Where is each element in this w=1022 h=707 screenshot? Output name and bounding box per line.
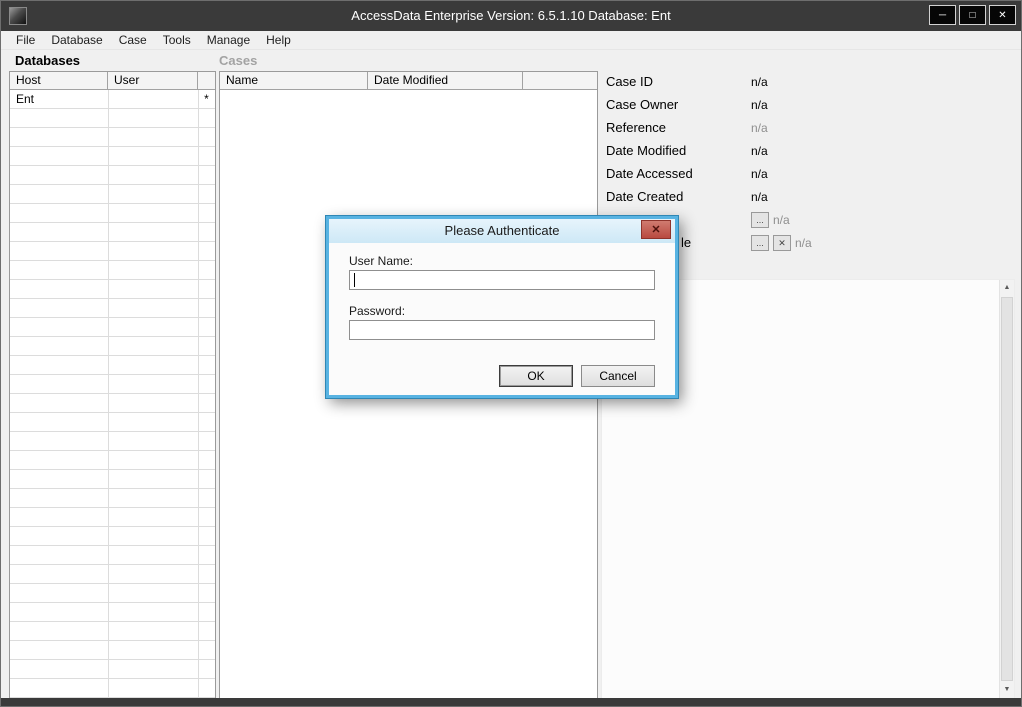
cases-table-header: Name Date Modified <box>220 72 597 90</box>
dialog-titlebar: Please Authenticate ✕ <box>329 219 675 243</box>
password-label: Password: <box>349 304 406 318</box>
ellipsis-icon: ... <box>756 215 764 225</box>
detail-label: Date Created <box>601 186 743 208</box>
close-icon: ✕ <box>651 223 661 236</box>
menu-file[interactable]: File <box>8 31 43 50</box>
detail-value-cell: n/a <box>746 117 1015 139</box>
detail-row-date-modified: Date Modified n/a <box>601 140 1015 162</box>
window-controls: ─ □ ✕ <box>929 5 1016 25</box>
detail-label: Case Owner <box>601 94 743 116</box>
database-host-cell: Ent <box>16 92 35 106</box>
titlebar: AccessData Enterprise Version: 6.5.1.10 … <box>1 1 1021 31</box>
menubar: File Database Case Tools Manage Help <box>1 31 1021 50</box>
menu-case[interactable]: Case <box>111 31 155 50</box>
column-header-host[interactable]: Host <box>10 72 108 89</box>
databases-section-title: Databases <box>15 53 81 68</box>
detail-value: n/a <box>773 213 790 227</box>
dialog-close-button[interactable]: ✕ <box>641 220 671 239</box>
column-header-blank <box>523 72 597 89</box>
dialog-body: User Name: Password: OK Cancel <box>329 243 675 395</box>
ok-button[interactable]: OK <box>499 365 573 387</box>
dialog-title: Please Authenticate <box>444 223 560 238</box>
detail-value-cell: ... n/a <box>746 209 1015 231</box>
detail-value-cell: n/a <box>746 94 876 116</box>
authenticate-dialog: Please Authenticate ✕ User Name: Passwor… <box>326 216 678 398</box>
password-input[interactable] <box>349 320 655 340</box>
detail-row-case-id: Case ID n/a <box>601 71 1015 93</box>
column-header-date-modified[interactable]: Date Modified <box>368 72 523 89</box>
database-user-cell <box>108 90 198 108</box>
menu-help[interactable]: Help <box>258 31 299 50</box>
detail-value-cell: n/a <box>746 186 876 208</box>
ok-button-label: OK <box>527 369 545 383</box>
cancel-button-label: Cancel <box>599 369 637 383</box>
column-header-blank <box>198 72 215 89</box>
detail-label: Case ID <box>601 71 743 93</box>
detail-row-date-accessed: Date Accessed n/a <box>601 163 1015 185</box>
username-input[interactable] <box>349 270 655 290</box>
detail-label: Date Accessed <box>601 163 743 185</box>
column-header-user[interactable]: User <box>108 72 198 89</box>
detail-value: n/a <box>751 75 768 89</box>
minimize-button[interactable]: ─ <box>929 5 956 25</box>
detail-row-reference: Reference n/a <box>601 117 1015 139</box>
minimize-icon: ─ <box>938 9 947 21</box>
window-title: AccessData Enterprise Version: 6.5.1.10 … <box>351 8 671 23</box>
menu-database[interactable]: Database <box>43 31 110 50</box>
column-divider <box>108 90 109 698</box>
browse-button[interactable]: ... <box>751 212 769 228</box>
ellipsis-icon: ... <box>756 238 764 248</box>
column-divider <box>198 90 199 698</box>
detail-value: n/a <box>751 121 768 135</box>
window-bottom-border <box>1 698 1021 706</box>
app-window: AccessData Enterprise Version: 6.5.1.10 … <box>0 0 1022 707</box>
database-default-marker: * <box>204 92 209 106</box>
databases-table-body: Ent * <box>10 90 215 698</box>
username-label: User Name: <box>349 254 414 268</box>
detail-value-cell: n/a <box>746 71 876 93</box>
scroll-down-button[interactable]: ▼ <box>1000 682 1014 698</box>
detail-value-cell: ... ✕ n/a <box>746 232 876 254</box>
clear-button[interactable]: ✕ <box>773 235 791 251</box>
scrollbar-thumb[interactable] <box>1001 297 1013 681</box>
detail-value: n/a <box>751 98 768 112</box>
detail-value-cell: n/a <box>746 163 966 185</box>
detail-value: n/a <box>795 236 812 250</box>
detail-row-case-owner: Case Owner n/a <box>601 94 1015 116</box>
close-icon: ✕ <box>998 9 1007 21</box>
menu-tools[interactable]: Tools <box>155 31 199 50</box>
cases-section-title: Cases <box>219 53 258 68</box>
maximize-button[interactable]: □ <box>959 5 986 25</box>
detail-row-date-created: Date Created n/a <box>601 186 1015 208</box>
detail-value: n/a <box>751 190 768 204</box>
detail-label: Reference <box>601 117 743 139</box>
clear-icon: ✕ <box>778 238 786 248</box>
cancel-button[interactable]: Cancel <box>581 365 655 387</box>
detail-label: Date Modified <box>601 140 743 162</box>
detail-value: n/a <box>751 144 768 158</box>
scroll-up-button[interactable]: ▲ <box>1000 280 1014 296</box>
text-cursor <box>354 273 355 287</box>
databases-table-header: Host User <box>10 72 215 90</box>
detail-value: n/a <box>751 167 768 181</box>
browse-button[interactable]: ... <box>751 235 769 251</box>
menu-manage[interactable]: Manage <box>199 31 258 50</box>
maximize-icon: □ <box>969 9 976 21</box>
vertical-scrollbar[interactable]: ▲ ▼ <box>999 280 1014 698</box>
databases-panel: Host User Ent * <box>9 71 216 699</box>
detail-value-cell: n/a <box>746 140 966 162</box>
column-header-name[interactable]: Name <box>220 72 368 89</box>
close-button[interactable]: ✕ <box>989 5 1016 25</box>
database-row-ent[interactable]: Ent * <box>10 90 215 108</box>
